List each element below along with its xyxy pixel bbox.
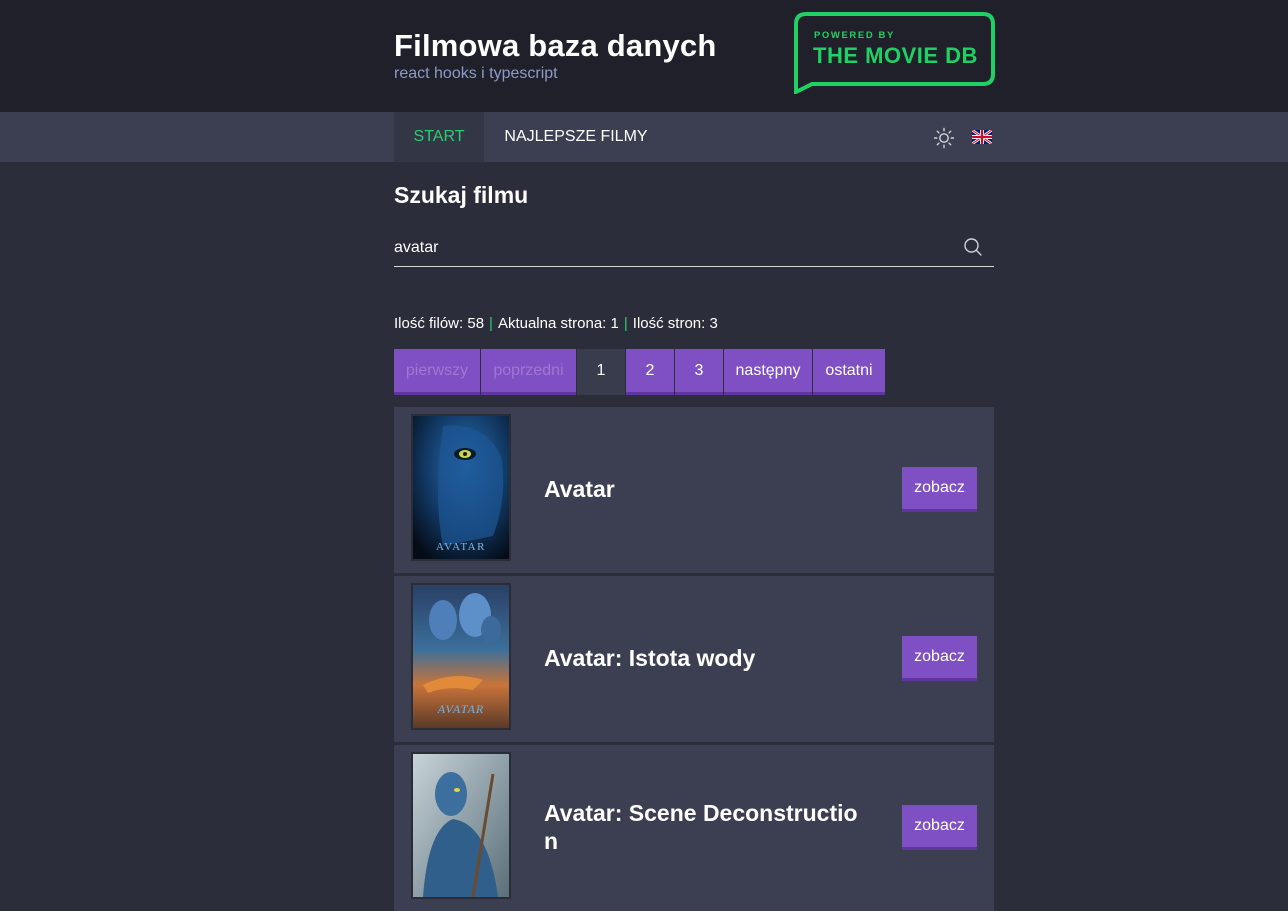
movie-title: Avatar: Scene Deconstruction bbox=[544, 800, 858, 854]
movies-count: Ilość filów: 58 bbox=[394, 315, 485, 332]
tmdb-logo[interactable]: POWERED BY THE MOVIE DB bbox=[792, 12, 995, 94]
site-subtitle: react hooks i typescript bbox=[394, 65, 558, 82]
pages-count: Ilość stron: 3 bbox=[632, 315, 718, 332]
movie-card: AVATAR Avatar zobacz bbox=[394, 407, 994, 573]
see-movie-button[interactable]: zobacz bbox=[902, 467, 977, 512]
current-page-info: Aktualna strona: 1 bbox=[497, 315, 619, 332]
nav-start[interactable]: START bbox=[394, 112, 484, 162]
movie-card: AVATAR Avatar: Istota wody zobacz bbox=[394, 576, 994, 742]
page-1-button[interactable]: 1 bbox=[577, 349, 625, 395]
nav-best-movies[interactable]: NAJLEPSZE FILMY bbox=[484, 112, 668, 162]
movie-poster[interactable]: AVATAR bbox=[411, 414, 511, 561]
results-stats: Ilość filów: 58 | Aktualna strona: 1 | Ilość… bbox=[394, 315, 718, 332]
stats-separator: | bbox=[489, 315, 493, 332]
site-title: Filmowa baza danych bbox=[394, 28, 717, 63]
search-underline bbox=[394, 266, 994, 267]
page-3-button[interactable]: 3 bbox=[675, 349, 723, 395]
main-navbar: START NAJLEPSZE FILMY bbox=[0, 112, 1288, 162]
first-page-button[interactable]: pierwszy bbox=[394, 349, 480, 395]
search-heading: Szukaj filmu bbox=[394, 182, 529, 208]
movie-poster[interactable]: AVATAR bbox=[411, 583, 511, 730]
site-header: Filmowa baza danych react hooks i typesc… bbox=[0, 0, 1288, 112]
uk-flag-icon[interactable] bbox=[971, 128, 993, 146]
next-page-button[interactable]: następny bbox=[724, 349, 812, 395]
movie-title: Avatar bbox=[544, 476, 615, 502]
see-movie-button[interactable]: zobacz bbox=[902, 805, 977, 850]
page-2-button[interactable]: 2 bbox=[626, 349, 674, 395]
last-page-button[interactable]: ostatni bbox=[813, 349, 885, 395]
tmdb-logo-line2: THE MOVIE DB bbox=[813, 43, 978, 68]
see-movie-button[interactable]: zobacz bbox=[902, 636, 977, 681]
movie-poster-title: AVATAR bbox=[436, 541, 486, 553]
movie-poster-title: AVATAR bbox=[437, 702, 485, 716]
prev-page-button[interactable]: poprzedni bbox=[481, 349, 576, 395]
movie-card: Avatar: Scene Deconstruction zobacz bbox=[394, 745, 994, 911]
tmdb-logo-line1: POWERED BY bbox=[814, 30, 895, 41]
stats-separator: | bbox=[623, 315, 628, 332]
search-icon[interactable] bbox=[963, 237, 983, 257]
movie-title: Avatar: Istota wody bbox=[544, 645, 756, 671]
movie-poster[interactable] bbox=[411, 752, 511, 899]
sun-icon[interactable] bbox=[933, 127, 955, 149]
search-input[interactable] bbox=[394, 230, 954, 266]
